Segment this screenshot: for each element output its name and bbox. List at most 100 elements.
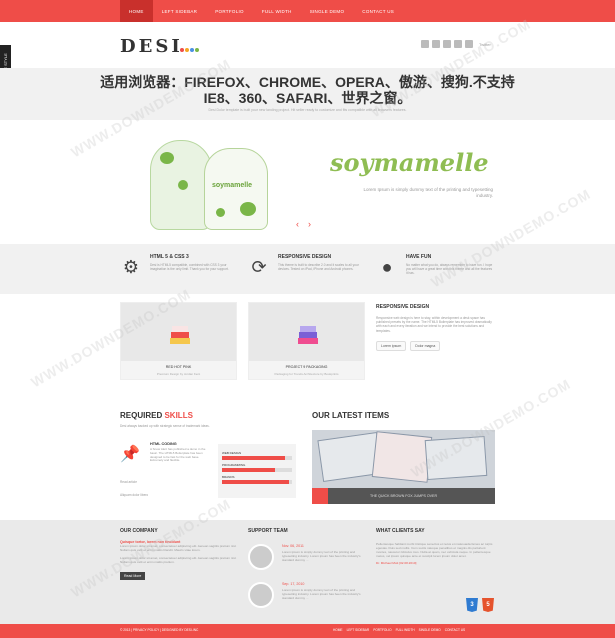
- card-title: RED HOT PINK: [165, 365, 192, 369]
- html5-badge-icon: 5: [482, 598, 494, 612]
- skills-heading: REQUIRED SKILLS: [120, 411, 193, 420]
- logo-dot-4: [195, 48, 199, 52]
- footer-company-title: OUR COMPANY: [120, 528, 158, 534]
- logo-dot-2: [185, 48, 189, 52]
- bar-label: BRANDS: [222, 475, 235, 479]
- bar-track: [222, 468, 292, 472]
- client-name: Dr. Michael Mott [02.08.2010]: [376, 561, 417, 565]
- latest-heading: OUR LATEST ITEMS: [312, 411, 390, 420]
- product-bag-right: [204, 148, 268, 230]
- social-links: Twitter: [421, 40, 491, 48]
- feature-title: HTML 5 & CSS 3: [150, 254, 189, 260]
- support-desc: Lorem ipsum is simply dummy text of the …: [282, 550, 361, 562]
- card-title: PROJECT 9 PACKAGING: [285, 365, 328, 369]
- bag-spot: [240, 202, 256, 216]
- bottom-nav-home[interactable]: HOME: [333, 628, 343, 632]
- bag-spot: [160, 152, 174, 164]
- copyright-text: © 2013 | PRIVACY POLICY | DESIGNED BY DE…: [120, 628, 199, 632]
- feature-title: HAVE FUN: [406, 254, 432, 260]
- nav-left-sidebar[interactable]: LEFT SIDEBAR: [153, 0, 207, 22]
- twitter-icon[interactable]: [443, 40, 451, 48]
- hero-tagline: Lorem Ipsum is simply dummy text of the …: [363, 187, 493, 198]
- bar-fill-web-design: [222, 456, 285, 460]
- feature-title: RESPONSIVE DESIGN: [278, 254, 332, 260]
- bottom-nav-left-sidebar[interactable]: LEFT SIDEBAR: [347, 628, 370, 632]
- skills-heading-pre: REQUIRED: [120, 411, 163, 420]
- slider-prev-arrow[interactable]: ‹: [296, 220, 304, 229]
- linkedin-icon[interactable]: [454, 40, 462, 48]
- bottom-nav: HOME LEFT SIDEBAR PORTFOLIO FULL WIDTH S…: [333, 628, 465, 632]
- stacked-boxes-icon: [298, 326, 318, 344]
- refresh-icon: ⟳: [251, 256, 267, 277]
- footer-company-desc: Lorem ipsum dolor sit amet, consectetuer…: [120, 544, 237, 552]
- pushpin-icon: 📌: [120, 446, 140, 463]
- logo-dot-3: [190, 48, 194, 52]
- footer-company-desc: Lorem ipsum dolor sit amet, consectetuer…: [120, 556, 237, 564]
- css3-badge-icon: 3: [466, 598, 478, 612]
- responsive-block: RESPONSIVE DESIGN Responsive web design …: [376, 304, 494, 351]
- nav-single-demo[interactable]: SINGLE DEMO: [301, 0, 354, 22]
- notice-subtext: Desi Dolor template is built your new la…: [208, 108, 407, 112]
- responsive-title: RESPONSIVE DESIGN: [376, 304, 430, 310]
- browser-notice: 适用浏览器：FIREFOX、CHROME、OPERA、傲游、搜狗.不支持 IE8…: [0, 74, 615, 106]
- footer-clients: WHAT CLIENTS SAY: [376, 528, 494, 540]
- skill-bars: WEB DESIGN PROGRAMMING BRANDS: [218, 444, 296, 498]
- nav-full-width[interactable]: FULL WIDTH: [253, 0, 301, 22]
- latest-tag: [312, 488, 328, 504]
- bag-label: soymamelle: [212, 182, 253, 189]
- nav-contact-us[interactable]: CONTACT US: [353, 0, 403, 22]
- latest-item-image[interactable]: THE QUICK BROWN FOX JUMPS OVER: [312, 430, 495, 504]
- feature-desc: No matter what you do, always remember t…: [406, 263, 493, 275]
- card-subtitle: Premium Design by Jordan Kent: [156, 372, 201, 376]
- notice-line-1: 适用浏览器：FIREFOX、CHROME、OPERA、傲游、搜狗.不支持: [100, 74, 515, 90]
- bar-label: PROGRAMMING: [222, 463, 246, 467]
- skill-title: HTML CODING: [150, 442, 177, 446]
- responsive-buttons: Lorem ipsum Dolor magna: [376, 340, 494, 351]
- nav-portfolio[interactable]: PORTFOLIO: [206, 0, 253, 22]
- read-more-button[interactable]: Read More: [120, 572, 146, 580]
- nav-home[interactable]: HOME: [120, 0, 153, 22]
- avatar: [248, 582, 274, 608]
- feature-desc: Desi is HTML5 compatible, combined with …: [150, 263, 229, 271]
- main-nav: HOME LEFT SIDEBAR PORTFOLIO FULL WIDTH S…: [120, 0, 403, 22]
- collage-piece: [371, 431, 433, 483]
- site-logo[interactable]: DESI: [120, 36, 199, 57]
- dolor-button[interactable]: Dolor magna: [410, 340, 441, 351]
- bottom-nav-portfolio[interactable]: PORTFOLIO: [373, 628, 391, 632]
- social-label: Twitter: [479, 41, 491, 47]
- facebook-icon[interactable]: [432, 40, 440, 48]
- slider-next-arrow[interactable]: ›: [308, 220, 316, 229]
- bar-track: [222, 480, 292, 484]
- dribbble-icon[interactable]: [465, 40, 473, 48]
- feature-desc: This theme is built to describe 2.0 and …: [278, 263, 359, 271]
- gears-icon: ⚙: [122, 256, 140, 277]
- bar-fill-brands: [222, 480, 289, 484]
- skills-intro: Desi always backed up with strategic sen…: [120, 424, 210, 428]
- card-subtitle: Packaging for Trends Architecture by Boo…: [274, 372, 339, 376]
- bar-fill-programming: [222, 468, 275, 472]
- stacked-boxes-icon: [170, 326, 190, 344]
- hero-brand: soymamelle: [330, 148, 489, 177]
- skill-desc: A Snow Alert has published a demo in the…: [150, 447, 206, 463]
- bottom-nav-full-width[interactable]: FULL WIDTH: [396, 628, 415, 632]
- support-desc: Lorem ipsum is simply dummy text of the …: [282, 588, 361, 600]
- portfolio-card-2[interactable]: PROJECT 9 PACKAGING Packaging for Trends…: [248, 302, 365, 380]
- rss-icon[interactable]: [421, 40, 429, 48]
- footer-support: SUPPORT TEAM: [248, 528, 368, 540]
- skill-more-link[interactable]: Aliquam dolor libero: [120, 493, 148, 497]
- collage-piece: [424, 435, 488, 481]
- lorem-button[interactable]: Lorem ipsum: [376, 340, 407, 351]
- bottom-nav-contact-us[interactable]: CONTACT US: [445, 628, 465, 632]
- skill-item: HTML CODING A Snow Alert has published a…: [150, 442, 208, 463]
- notice-line-2: IE8、360、SAFARI、世界之窗。: [203, 90, 412, 106]
- hero-slider: soymamelle soymamelle Lorem Ipsum is sim…: [120, 122, 495, 240]
- read-article-link[interactable]: Read article: [120, 480, 137, 484]
- support-date: Nov. 06, 2011: [282, 544, 304, 548]
- bottom-nav-single-demo[interactable]: SINGLE DEMO: [419, 628, 441, 632]
- portfolio-card-1[interactable]: RED HOT PINK Premium Design by Jordan Ke…: [120, 302, 237, 380]
- bottom-bar: [0, 624, 615, 638]
- tech-badges: 3 5: [466, 598, 494, 612]
- logo-dot-1: [180, 48, 184, 52]
- bar-track: [222, 456, 292, 460]
- user-icon: ●: [381, 256, 393, 277]
